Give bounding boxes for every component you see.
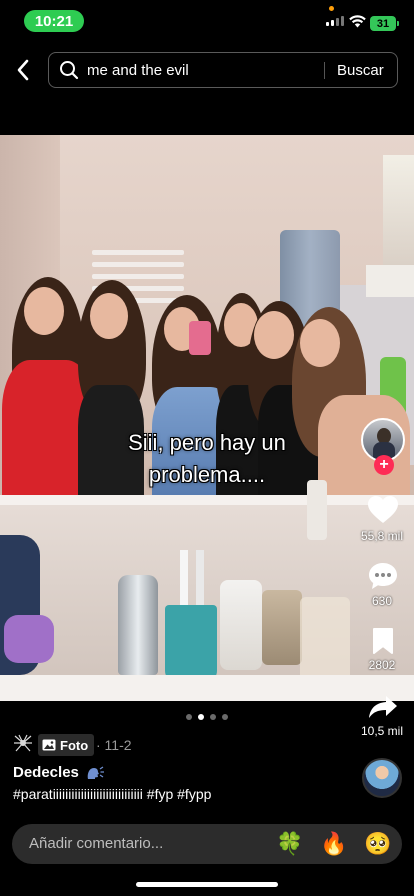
music-disc[interactable] [362, 758, 402, 798]
photo-soap [220, 580, 262, 670]
comment-button[interactable] [366, 560, 400, 592]
comment-count: 630 [371, 594, 393, 608]
search-input[interactable]: me and the evil [87, 62, 189, 79]
photo-mirror-frame [0, 495, 414, 505]
like-button[interactable] [366, 494, 400, 526]
photo-cup [165, 605, 217, 681]
post-caption: Siii, pero hay un problema.... [0, 427, 414, 491]
comment-bubble-icon [369, 563, 397, 589]
chevron-left-icon [17, 59, 29, 81]
photo-shelf [366, 265, 414, 297]
share-arrow-icon [369, 696, 397, 718]
emoji-pleading-button[interactable]: 🥺 [363, 829, 393, 859]
photo-face-5 [254, 311, 294, 359]
photo-face-2 [90, 293, 128, 339]
search-bar[interactable]: me and the evil Buscar [48, 52, 398, 88]
carousel-dot [222, 714, 228, 720]
camera-indicator-icon [329, 6, 334, 11]
save-button[interactable] [366, 626, 400, 656]
speaking-head-icon [87, 766, 104, 779]
search-divider [324, 62, 325, 79]
photo-purple-bag [4, 615, 54, 663]
photo-type-label: Foto [60, 737, 89, 753]
comment-input[interactable]: Añadir comentario... [29, 835, 163, 852]
photo-counter-top [0, 675, 414, 701]
search-submit-button[interactable]: Buscar [337, 62, 384, 79]
photo-phone [189, 321, 211, 355]
carousel-dot [210, 714, 216, 720]
photo-type-badge: Foto [38, 734, 95, 756]
caption-line-2: problema.... [148, 462, 266, 487]
search-icon [60, 61, 79, 80]
save-count: 2802 [368, 658, 396, 672]
carousel-dot-active [198, 714, 204, 720]
caption-line-1: Siii, pero hay un [128, 430, 286, 455]
emoji-clover-button[interactable]: 🍀 [275, 829, 305, 859]
post-hashtags[interactable]: #paratiiiiiiiiiiiiiiiiiiiiiiiiiiiii #fyp… [13, 786, 211, 802]
share-button[interactable] [366, 692, 400, 722]
like-count: 55,8 mil [360, 529, 404, 543]
photo-jar [262, 590, 302, 665]
photo-face-1 [24, 287, 64, 335]
post-photo[interactable]: Siii, pero hay un problema.... [0, 135, 414, 701]
photo-face-6 [300, 319, 340, 367]
battery-level: 31 [370, 16, 396, 31]
heart-icon [368, 496, 398, 523]
author-name[interactable]: Dedecles [13, 764, 79, 781]
emoji-fire-button[interactable]: 🔥 [319, 829, 349, 859]
back-button[interactable] [10, 56, 36, 84]
cellular-signal-icon [326, 16, 344, 26]
share-count: 10,5 mil [360, 724, 404, 738]
wifi-icon [349, 15, 366, 28]
carousel-indicator [186, 714, 228, 720]
status-time: 10:21 [24, 10, 84, 32]
bookmark-icon [373, 628, 393, 654]
image-icon [42, 739, 56, 751]
comment-bar[interactable]: Añadir comentario... 🍀 🔥 🥺 [12, 824, 402, 864]
status-bar: 10:21 31 [0, 0, 414, 44]
photo-glass [300, 597, 350, 683]
photo-brushes [180, 550, 220, 610]
follow-button[interactable]: + [374, 455, 394, 475]
spider-icon [14, 734, 32, 752]
post-date: · 11-2 [96, 737, 132, 753]
photo-poster [383, 155, 414, 270]
battery-tip [397, 21, 399, 26]
photo-faucet [118, 575, 158, 675]
home-indicator[interactable] [136, 882, 278, 887]
carousel-dot [186, 714, 192, 720]
